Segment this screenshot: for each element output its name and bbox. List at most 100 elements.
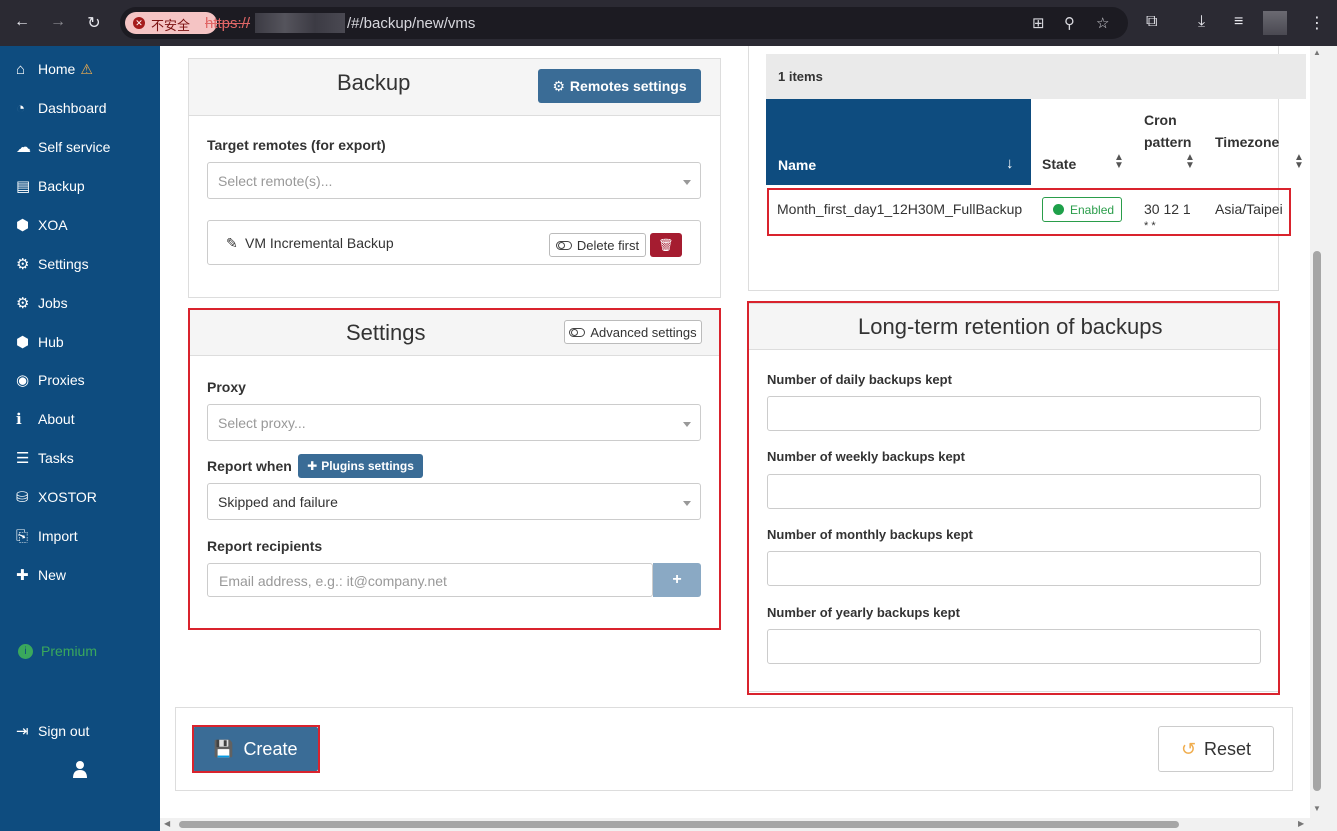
sidebar-item-jobs[interactable]: ⚙ Jobs (16, 292, 68, 314)
proxy-select[interactable]: Select proxy... (207, 404, 701, 441)
premium-link[interactable]: i Premium (18, 643, 97, 659)
sidebar-item-xoa[interactable]: ⬢ XOA (16, 214, 68, 236)
sidebar-item-new[interactable]: ✚ New (16, 564, 66, 586)
monthly-kept-label: Number of monthly backups kept (767, 527, 973, 542)
zoom-icon[interactable]: ⚲ (1064, 14, 1075, 32)
cube-icon: ⬢ (16, 217, 30, 234)
plugins-settings-button[interactable]: ✚ Plugins settings (298, 454, 423, 478)
archive-icon: ▤ (16, 178, 31, 195)
retention-panel-header: Long-term retention of backups (749, 304, 1278, 350)
sidebar-item-label: Proxies (38, 372, 85, 388)
translate-icon[interactable]: ⊞ (1032, 14, 1045, 32)
scroll-down-icon[interactable]: ▼ (1313, 804, 1321, 813)
sidebar-item-settings[interactable]: ⚙ Settings (16, 253, 89, 275)
reading-list-icon[interactable]: ≡ (1234, 13, 1243, 31)
yearly-kept-field[interactable] (767, 629, 1261, 664)
browser-menu-icon[interactable]: ⋮ (1309, 13, 1325, 33)
extensions-icon[interactable]: ⧉ (1146, 13, 1157, 31)
vertical-scroll-thumb[interactable] (1313, 251, 1321, 791)
cubes-icon: ⬢ (16, 334, 30, 351)
proxy-label: Proxy (207, 379, 246, 395)
profile-avatar[interactable] (1263, 11, 1287, 35)
browser-toolbar: ← → ↻ ✕ 不安全 https:// /#/backup/new/vms ⊞… (0, 0, 1337, 46)
daily-kept-field[interactable] (767, 396, 1261, 431)
save-icon: 💾 (213, 741, 234, 758)
sidebar-item-home[interactable]: ⌂ Home ⚠ (16, 58, 93, 80)
name-header-label: Name (778, 157, 817, 173)
cron-header-line1[interactable]: Cron (1144, 112, 1177, 128)
address-bar[interactable]: ✕ 不安全 https:// /#/backup/new/vms ⊞ ⚲ ☆ (120, 7, 1128, 39)
not-secure-badge[interactable]: ✕ 不安全 (125, 12, 217, 34)
chevron-down-icon (683, 180, 691, 185)
delete-mode-button[interactable]: 🗑 (650, 233, 682, 257)
sort-down-icon: ↓ (1006, 155, 1014, 172)
remotes-settings-button[interactable]: ⚙ Remotes settings (538, 69, 701, 103)
url-path: /#/backup/new/vms (347, 15, 476, 32)
gear-icon: ⚙ (16, 256, 30, 273)
plug-icon: ✎ (226, 235, 238, 251)
cron-header-line2[interactable]: pattern (1144, 134, 1191, 150)
report-when-value: Skipped and failure (218, 494, 338, 510)
sidebar-item-label: New (38, 567, 67, 583)
bookmark-star-icon[interactable]: ☆ (1096, 14, 1109, 32)
settings-title: Settings (346, 320, 426, 345)
create-label: Create (243, 738, 298, 759)
weekly-kept-label: Number of weekly backups kept (767, 449, 965, 464)
email-field[interactable]: Email address, e.g.: it@company.net (207, 563, 653, 597)
sort-icon[interactable]: ▲ ▼ (1294, 153, 1304, 171)
create-button[interactable]: 💾 Create (193, 727, 318, 771)
sidebar-item-hub[interactable]: ⬢ Hub (16, 331, 64, 353)
download-icon[interactable]: ⤓ (1198, 13, 1205, 31)
scroll-up-icon[interactable]: ▲ (1313, 48, 1321, 57)
form-footer (175, 707, 1293, 791)
reload-icon[interactable]: ↻ (84, 13, 104, 33)
sidebar-item-label: Jobs (38, 295, 68, 311)
sort-icon[interactable]: ▲ ▼ (1185, 153, 1195, 171)
monthly-kept-field[interactable] (767, 551, 1261, 586)
sidebar-item-about[interactable]: ℹ About (16, 408, 75, 430)
sign-out-label: Sign out (38, 723, 90, 739)
url-scheme: https:// (205, 15, 251, 32)
horizontal-scroll-thumb[interactable] (179, 821, 1179, 828)
dashboard-icon: ◔ (16, 99, 26, 117)
back-icon[interactable]: ← (12, 13, 32, 31)
retention-panel: Long-term retention of backups Number of… (748, 303, 1279, 692)
sidebar-item-label: Settings (38, 256, 89, 272)
daily-kept-label: Number of daily backups kept (767, 372, 952, 387)
sidebar-item-self-service[interactable]: ☁ Self service (16, 136, 110, 158)
state-header[interactable]: State (1042, 156, 1076, 172)
status-badge[interactable]: Enabled (1042, 197, 1122, 222)
advanced-settings-toggle[interactable]: Advanced settings (564, 320, 702, 344)
advanced-settings-label: Advanced settings (590, 324, 697, 340)
sign-out-button[interactable]: ⇥ Sign out (16, 720, 89, 742)
target-remotes-select[interactable]: Select remote(s)... (207, 162, 701, 199)
trash-icon: 🗑 (658, 238, 674, 252)
yearly-kept-label: Number of yearly backups kept (767, 605, 960, 620)
globe-icon: ◉ (16, 372, 30, 389)
timezone-header[interactable]: Timezone (1215, 134, 1279, 150)
sidebar-item-xostor[interactable]: ⛁ XOSTOR (16, 486, 97, 508)
sidebar-item-import[interactable]: ⎘ Import (16, 525, 78, 547)
delete-first-toggle[interactable]: Delete first (549, 233, 646, 257)
user-icon[interactable] (72, 760, 88, 778)
scroll-right-icon[interactable]: ▶ (1298, 819, 1304, 828)
report-when-select[interactable]: Skipped and failure (207, 483, 701, 520)
sort-icon[interactable]: ▲ ▼ (1114, 153, 1124, 171)
sidebar-item-backup[interactable]: ▤ Backup (16, 175, 85, 197)
forward-icon[interactable]: → (48, 13, 68, 31)
chevron-down-icon (683, 501, 691, 506)
toggle-icon (569, 327, 586, 337)
scroll-left-icon[interactable]: ◀ (164, 819, 170, 828)
sidebar-item-proxies[interactable]: ◉ Proxies (16, 369, 85, 391)
add-recipient-button[interactable]: + (653, 563, 701, 597)
sidebar-item-tasks[interactable]: ☰ Tasks (16, 447, 74, 469)
schedule-name: Month_first_day1_12H30M_FullBackup (777, 201, 1023, 217)
column-header-name[interactable]: Name ↓ (766, 99, 1031, 185)
gear-icon: ⚙ (552, 77, 565, 94)
vertical-scrollbar[interactable]: ▲ ▼ (1310, 46, 1325, 818)
horizontal-scrollbar[interactable]: ◀ ▶ (160, 818, 1325, 831)
weekly-kept-field[interactable] (767, 474, 1261, 509)
sidebar-item-dashboard[interactable]: ◔ Dashboard (16, 97, 107, 119)
reset-button[interactable]: ↺ Reset (1158, 726, 1274, 772)
remotes-settings-label: Remotes settings (569, 78, 687, 94)
